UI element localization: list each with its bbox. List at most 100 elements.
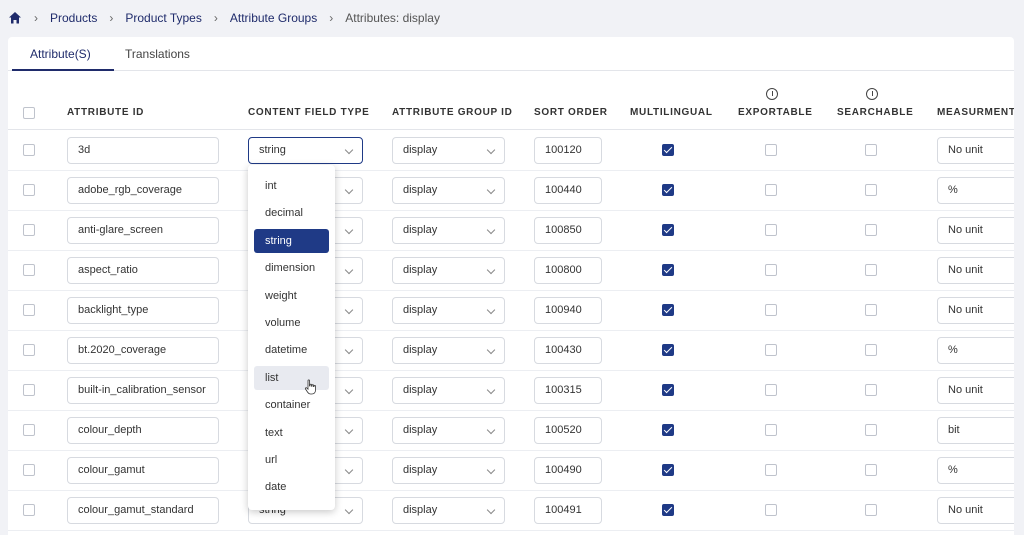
col-multilingual[interactable]: MULTILINGUAL bbox=[630, 107, 713, 118]
measurement-field[interactable]: bit bbox=[937, 417, 1014, 444]
searchable-checkbox[interactable] bbox=[865, 504, 877, 516]
multilingual-checkbox[interactable] bbox=[662, 184, 674, 196]
attribute-id-field[interactable]: 3d bbox=[67, 137, 219, 164]
dropdown-option-int[interactable]: int bbox=[254, 174, 329, 198]
sort-order-field[interactable]: 100430 bbox=[534, 337, 602, 364]
attribute-id-field[interactable]: anti-glare_screen bbox=[67, 217, 219, 244]
row-checkbox[interactable] bbox=[23, 384, 35, 396]
col-content-field-type[interactable]: CONTENT FIELD TYPE bbox=[248, 107, 370, 118]
searchable-checkbox[interactable] bbox=[865, 304, 877, 316]
attribute-id-field[interactable]: bt.2020_coverage bbox=[67, 337, 219, 364]
searchable-checkbox[interactable] bbox=[865, 184, 877, 196]
col-attribute-id[interactable]: ATTRIBUTE ID bbox=[67, 107, 144, 118]
select-all-checkbox[interactable] bbox=[23, 107, 35, 119]
tab-attributes[interactable]: Attribute(S) bbox=[30, 47, 91, 61]
measurement-field[interactable]: No unit bbox=[937, 297, 1014, 324]
row-checkbox[interactable] bbox=[23, 304, 35, 316]
attribute-group-select[interactable]: display bbox=[392, 337, 505, 364]
measurement-field[interactable]: No unit bbox=[937, 377, 1014, 404]
multilingual-checkbox[interactable] bbox=[662, 464, 674, 476]
dropdown-option-url[interactable]: url bbox=[254, 448, 329, 472]
row-checkbox[interactable] bbox=[23, 264, 35, 276]
exportable-checkbox[interactable] bbox=[765, 344, 777, 356]
sort-order-field[interactable]: 100315 bbox=[534, 377, 602, 404]
measurement-field[interactable]: No unit bbox=[937, 497, 1014, 524]
attribute-id-field[interactable]: backlight_type bbox=[67, 297, 219, 324]
attribute-id-field[interactable]: adobe_rgb_coverage bbox=[67, 177, 219, 204]
searchable-checkbox[interactable] bbox=[865, 144, 877, 156]
row-checkbox[interactable] bbox=[23, 224, 35, 236]
multilingual-checkbox[interactable] bbox=[662, 344, 674, 356]
multilingual-checkbox[interactable] bbox=[662, 264, 674, 276]
attribute-id-field[interactable]: colour_gamut bbox=[67, 457, 219, 484]
attribute-group-select[interactable]: display bbox=[392, 217, 505, 244]
searchable-checkbox[interactable] bbox=[865, 344, 877, 356]
sort-order-field[interactable]: 100440 bbox=[534, 177, 602, 204]
attribute-group-select[interactable]: display bbox=[392, 257, 505, 284]
attribute-id-field[interactable]: colour_depth bbox=[67, 417, 219, 444]
attribute-group-select[interactable]: display bbox=[392, 137, 505, 164]
dropdown-option-container[interactable]: container bbox=[254, 393, 329, 417]
attribute-group-select[interactable]: display bbox=[392, 377, 505, 404]
multilingual-checkbox[interactable] bbox=[662, 224, 674, 236]
searchable-checkbox[interactable] bbox=[865, 264, 877, 276]
multilingual-checkbox[interactable] bbox=[662, 304, 674, 316]
multilingual-checkbox[interactable] bbox=[662, 424, 674, 436]
breadcrumb-products[interactable]: Products bbox=[50, 11, 97, 25]
row-checkbox[interactable] bbox=[23, 144, 35, 156]
searchable-checkbox[interactable] bbox=[865, 464, 877, 476]
searchable-checkbox[interactable] bbox=[865, 224, 877, 236]
sort-order-field[interactable]: 100800 bbox=[534, 257, 602, 284]
sort-order-field[interactable]: 100850 bbox=[534, 217, 602, 244]
multilingual-checkbox[interactable] bbox=[662, 144, 674, 156]
row-checkbox[interactable] bbox=[23, 464, 35, 476]
sort-order-field[interactable]: 100520 bbox=[534, 417, 602, 444]
exportable-checkbox[interactable] bbox=[765, 384, 777, 396]
breadcrumb-product-types[interactable]: Product Types bbox=[125, 11, 202, 25]
info-icon[interactable] bbox=[866, 88, 878, 100]
measurement-field[interactable]: No unit bbox=[937, 257, 1014, 284]
col-measurement[interactable]: MEASURMENT bbox=[937, 107, 1014, 118]
sort-order-field[interactable]: 100491 bbox=[534, 497, 602, 524]
attribute-id-field[interactable]: aspect_ratio bbox=[67, 257, 219, 284]
dropdown-option-date[interactable]: date bbox=[254, 475, 329, 499]
dropdown-option-weight[interactable]: weight bbox=[254, 284, 329, 308]
attribute-group-select[interactable]: display bbox=[392, 177, 505, 204]
dropdown-option-dimension[interactable]: dimension bbox=[254, 256, 329, 280]
dropdown-option-string[interactable]: string bbox=[254, 228, 329, 253]
exportable-checkbox[interactable] bbox=[765, 504, 777, 516]
breadcrumb-attribute-groups[interactable]: Attribute Groups bbox=[230, 11, 317, 25]
attribute-group-select[interactable]: display bbox=[392, 297, 505, 324]
exportable-checkbox[interactable] bbox=[765, 424, 777, 436]
sort-order-field[interactable]: 100120 bbox=[534, 137, 602, 164]
col-attribute-group-id[interactable]: ATTRIBUTE GROUP ID bbox=[392, 107, 513, 118]
measurement-field[interactable]: % bbox=[937, 177, 1014, 204]
exportable-checkbox[interactable] bbox=[765, 304, 777, 316]
home-icon[interactable] bbox=[8, 11, 22, 25]
attribute-id-field[interactable]: built-in_calibration_sensor bbox=[67, 377, 219, 404]
exportable-checkbox[interactable] bbox=[765, 184, 777, 196]
attribute-group-select[interactable]: display bbox=[392, 417, 505, 444]
exportable-checkbox[interactable] bbox=[765, 464, 777, 476]
row-checkbox[interactable] bbox=[23, 424, 35, 436]
exportable-checkbox[interactable] bbox=[765, 224, 777, 236]
searchable-checkbox[interactable] bbox=[865, 424, 877, 436]
measurement-field[interactable]: No unit bbox=[937, 217, 1014, 244]
sort-order-field[interactable]: 100940 bbox=[534, 297, 602, 324]
attribute-group-select[interactable]: display bbox=[392, 497, 505, 524]
sort-order-field[interactable]: 100490 bbox=[534, 457, 602, 484]
measurement-field[interactable]: No unit bbox=[937, 137, 1014, 164]
measurement-field[interactable]: % bbox=[937, 457, 1014, 484]
col-exportable[interactable]: EXPORTABLE bbox=[738, 107, 813, 118]
multilingual-checkbox[interactable] bbox=[662, 504, 674, 516]
attribute-group-select[interactable]: display bbox=[392, 457, 505, 484]
col-sort-order[interactable]: SORT ORDER bbox=[534, 107, 608, 118]
exportable-checkbox[interactable] bbox=[765, 144, 777, 156]
content-field-type-select[interactable]: string bbox=[248, 137, 363, 164]
row-checkbox[interactable] bbox=[23, 184, 35, 196]
col-searchable[interactable]: SEARCHABLE bbox=[837, 107, 913, 118]
dropdown-option-datetime[interactable]: datetime bbox=[254, 338, 329, 362]
info-icon[interactable] bbox=[766, 88, 778, 100]
dropdown-option-decimal[interactable]: decimal bbox=[254, 201, 329, 225]
attribute-id-field[interactable]: colour_gamut_standard bbox=[67, 497, 219, 524]
